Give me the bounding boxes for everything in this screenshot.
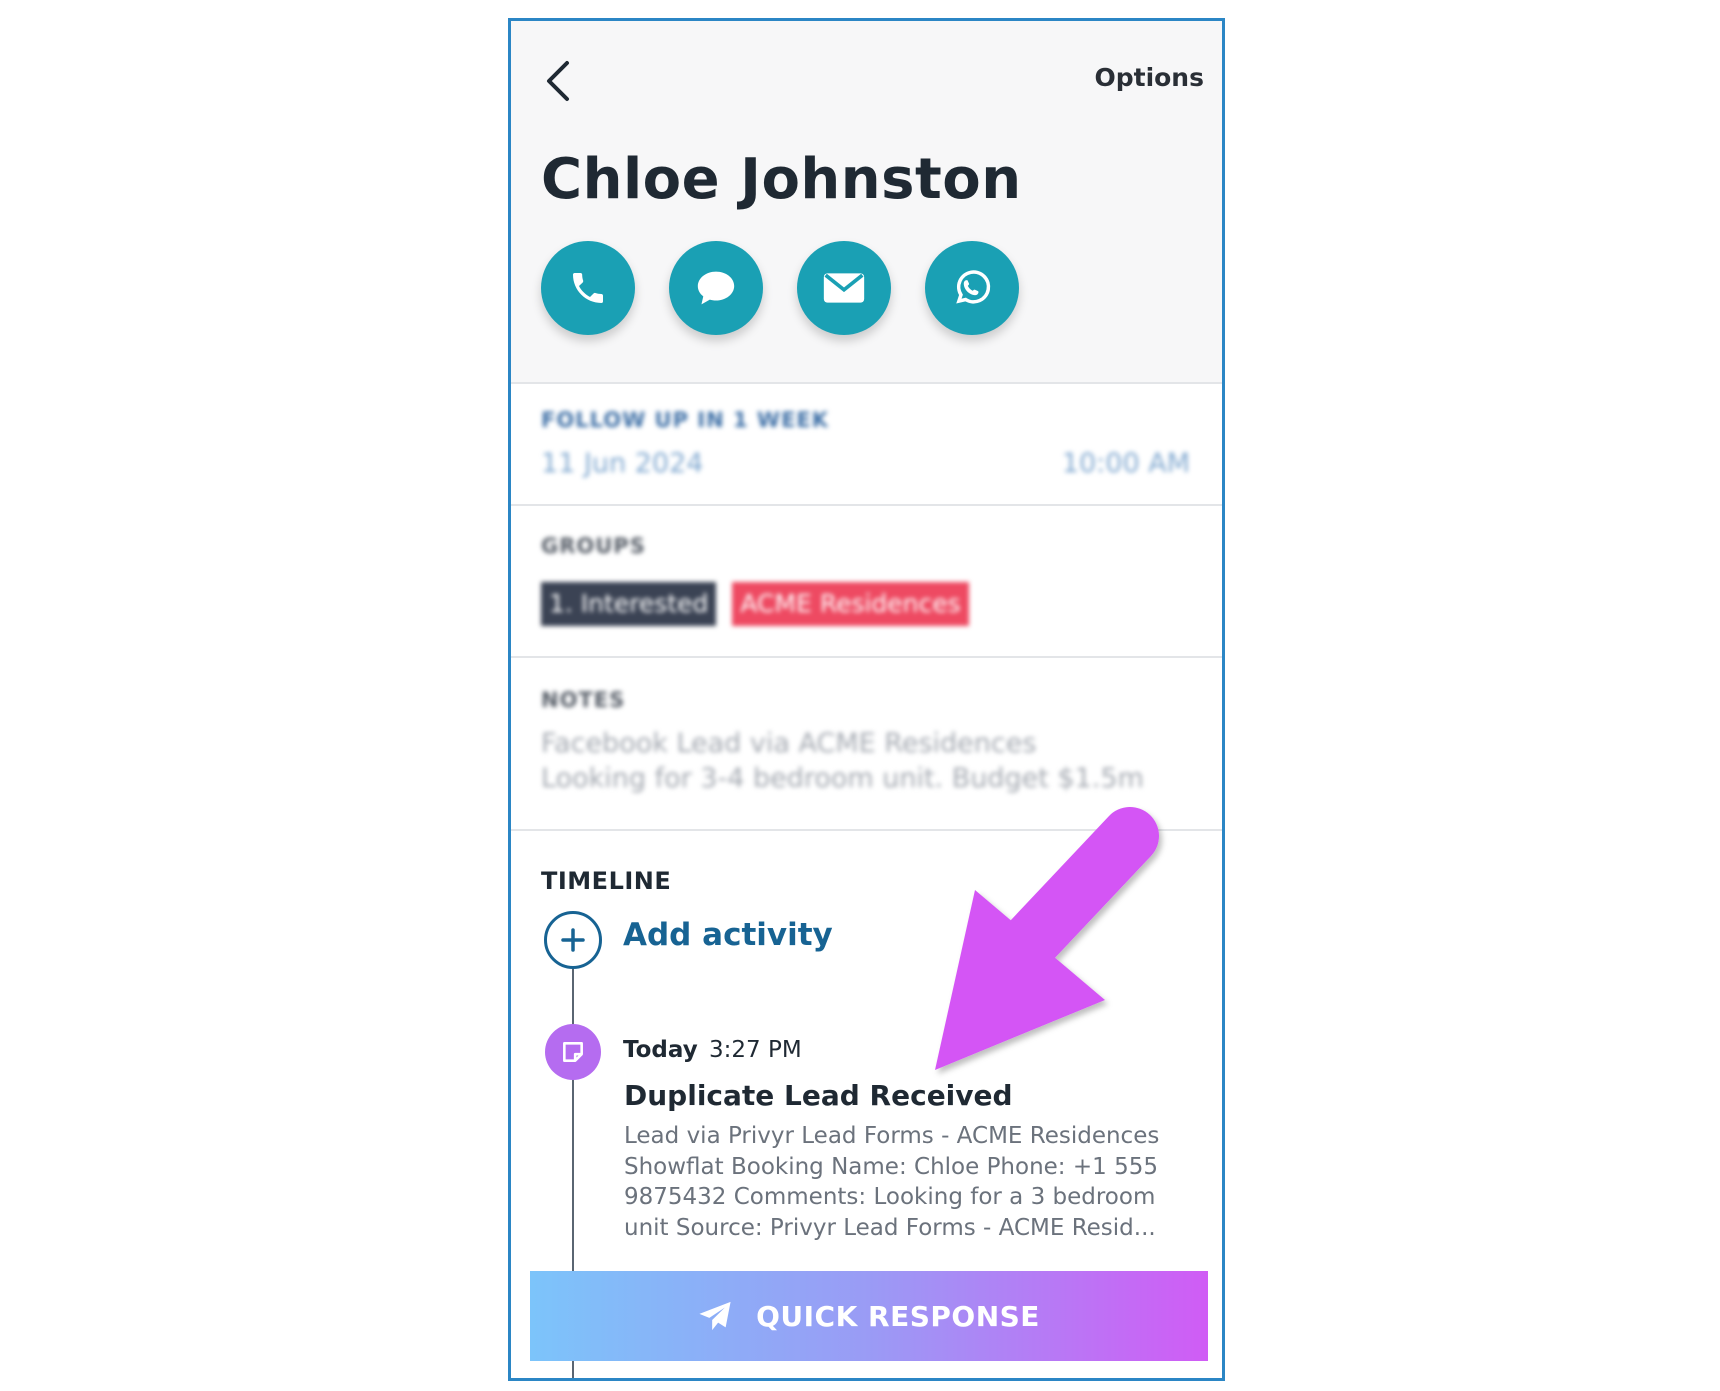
note-activity-icon [545, 1024, 601, 1080]
chat-bubble-icon [697, 271, 735, 305]
follow-up-label: FOLLOW UP IN 1 WEEK [541, 408, 830, 432]
notes-label: NOTES [541, 688, 626, 712]
phone-screen: Options Chloe Johnston FOLLOW UP IN 1 WE… [508, 18, 1225, 1381]
groups-label: GROUPS [541, 534, 646, 558]
follow-up-time: 10:00 AM [1061, 448, 1190, 479]
note-line: Facebook Lead via ACME Residences [541, 728, 1037, 759]
quick-response-button[interactable]: QUICK RESPONSE [530, 1271, 1208, 1361]
sticky-note-icon [563, 1042, 583, 1062]
notes-section[interactable]: NOTES Facebook Lead via ACME Residences … [511, 658, 1222, 831]
activity-title[interactable]: Duplicate Lead Received [624, 1079, 1013, 1112]
timeline-label: TIMELINE [541, 867, 672, 895]
chevron-left-icon [547, 61, 569, 101]
note-line: Looking for 3-4 bedroom unit. Budget $1.… [541, 763, 1144, 794]
add-activity-link[interactable]: Add activity [623, 917, 833, 953]
plus-icon [561, 928, 585, 952]
mail-icon [823, 273, 865, 303]
contact-header: Options Chloe Johnston [511, 21, 1222, 384]
email-button[interactable] [797, 241, 891, 335]
group-tag[interactable]: ACME Residences [732, 582, 969, 626]
sms-button[interactable] [669, 241, 763, 335]
whatsapp-icon [956, 270, 991, 304]
activity-description: Lead via Privyr Lead Forms - ACME Reside… [624, 1123, 1160, 1241]
contact-name: Chloe Johnston [541, 147, 1022, 212]
add-activity-button[interactable] [544, 911, 602, 969]
call-button[interactable] [541, 241, 635, 335]
activity-time: 3:27 PM [709, 1037, 802, 1063]
contact-actions [541, 241, 1019, 335]
notes-text: Facebook Lead via ACME Residences Lookin… [541, 726, 1144, 796]
group-tags: 1. Interested ACME Residences [541, 582, 969, 626]
activity-day: Today [623, 1037, 698, 1063]
phone-icon [573, 273, 603, 303]
group-tag[interactable]: 1. Interested [541, 582, 717, 626]
options-button[interactable]: Options [1094, 63, 1204, 92]
quick-response-label: QUICK RESPONSE [756, 1299, 1040, 1333]
back-button[interactable] [539, 57, 579, 105]
follow-up-section[interactable]: FOLLOW UP IN 1 WEEK 11 Jun 2024 10:00 AM [511, 386, 1222, 506]
paper-plane-icon [699, 1301, 731, 1331]
whatsapp-button[interactable] [925, 241, 1019, 335]
follow-up-date: 11 Jun 2024 [541, 448, 704, 479]
groups-section[interactable]: GROUPS 1. Interested ACME Residences [511, 506, 1222, 658]
